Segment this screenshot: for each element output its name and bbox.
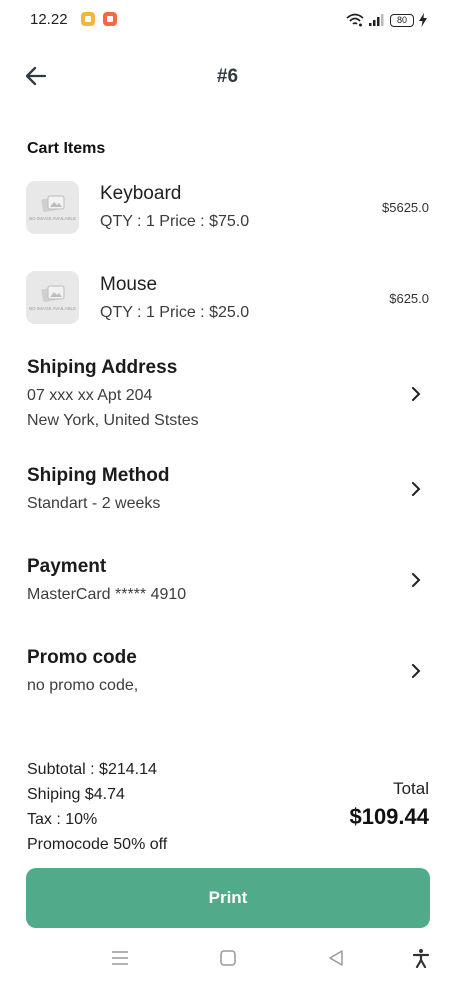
back-triangle-icon[interactable] <box>326 948 346 968</box>
subtotal-text: Subtotal : $214.14 <box>27 761 157 778</box>
shipping-address-row[interactable]: Shiping Address 07 xxx xx Apt 204 New Yo… <box>0 357 455 437</box>
notification-app-icon <box>103 12 117 26</box>
wifi-icon <box>346 13 364 27</box>
no-image-icon <box>40 195 64 212</box>
chevron-right-icon[interactable] <box>409 664 423 678</box>
total-value: $109.44 <box>349 804 429 829</box>
battery-icon: 80 <box>390 13 414 27</box>
product-thumbnail: NO IMAGE AVAILABLE <box>26 181 79 234</box>
accessibility-icon[interactable] <box>411 948 431 968</box>
item-name: Mouse <box>100 274 158 295</box>
signal-icon <box>369 14 384 26</box>
no-image-text: NO IMAGE AVAILABLE <box>28 216 77 221</box>
page-title: #6 <box>216 66 239 87</box>
shipping-address-line2: New York, United Ststes <box>27 412 199 429</box>
promo-code-row[interactable]: Promo code no promo code, <box>0 647 455 702</box>
chevron-right-icon[interactable] <box>409 573 423 587</box>
cart-item[interactable]: NO IMAGE AVAILABLE Keyboard QTY : 1 Pric… <box>0 178 455 248</box>
status-time: 12.22 <box>30 11 68 28</box>
payment-value: MasterCard ***** 4910 <box>27 586 187 603</box>
product-thumbnail: NO IMAGE AVAILABLE <box>26 271 79 324</box>
item-total: $5625.0 <box>382 200 429 215</box>
shipping-method-title: Shiping Method <box>27 465 170 486</box>
promo-code-value: no promo code, <box>27 677 139 694</box>
print-button[interactable]: Print <box>26 868 430 928</box>
shipping-address-line1: 07 xxx xx Apt 204 <box>27 387 153 404</box>
item-detail: QTY : 1 Price : $75.0 <box>100 213 250 230</box>
order-summary: Subtotal : $214.14 Shiping $4.74 Tax : 1… <box>27 757 167 857</box>
shipping-address-title: Shiping Address <box>27 357 178 378</box>
promo-code-title: Promo code <box>27 647 137 668</box>
home-square-icon[interactable] <box>218 948 238 968</box>
total-label: Total <box>393 779 429 798</box>
no-image-icon <box>40 285 64 302</box>
menu-icon[interactable] <box>110 948 130 968</box>
tax-text: Tax : 10% <box>27 811 98 828</box>
notification-app-icon <box>81 12 95 26</box>
item-total: $625.0 <box>389 291 429 306</box>
system-nav-bar <box>0 940 455 980</box>
cart-items-heading: Cart Items <box>27 140 106 157</box>
payment-title: Payment <box>27 556 107 577</box>
shipping-cost-text: Shiping $4.74 <box>27 786 125 803</box>
cart-item[interactable]: NO IMAGE AVAILABLE Mouse QTY : 1 Price :… <box>0 269 455 339</box>
chevron-right-icon[interactable] <box>409 482 423 496</box>
no-image-text: NO IMAGE AVAILABLE <box>28 306 77 311</box>
status-indicators: 80 <box>346 12 427 28</box>
chevron-right-icon[interactable] <box>409 387 423 401</box>
status-bar: 12.22 80 <box>0 0 455 40</box>
charging-icon <box>419 13 427 27</box>
item-detail: QTY : 1 Price : $25.0 <box>100 304 250 321</box>
payment-row[interactable]: Payment MasterCard ***** 4910 <box>0 556 455 611</box>
app-bar: #6 <box>0 52 455 100</box>
shipping-method-value: Standart - 2 weeks <box>27 495 161 512</box>
shipping-method-row[interactable]: Shiping Method Standart - 2 weeks <box>0 465 455 520</box>
promocode-text: Promocode 50% off <box>27 836 168 853</box>
item-name: Keyboard <box>100 183 182 204</box>
